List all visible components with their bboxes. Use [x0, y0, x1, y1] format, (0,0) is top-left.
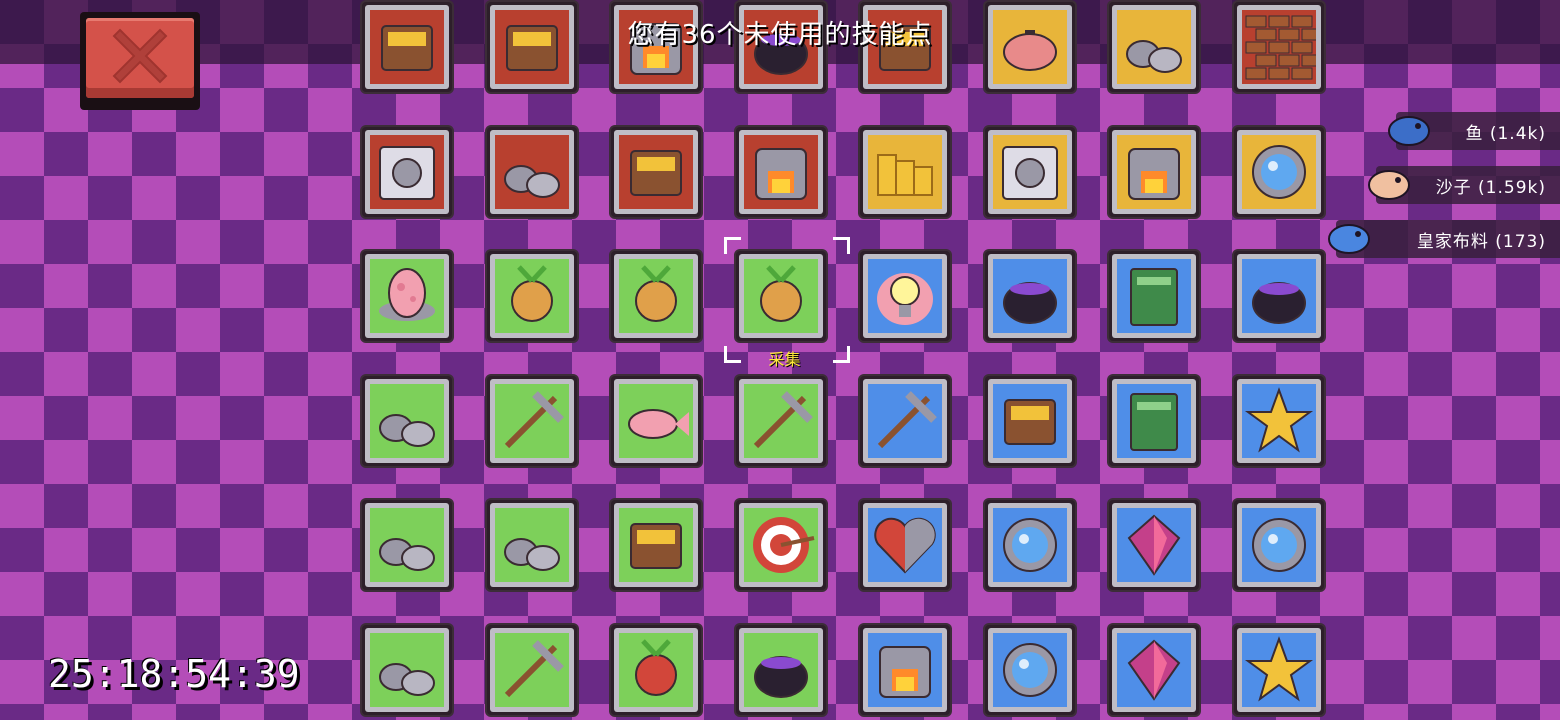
lens-icon: [1241, 134, 1316, 209]
skill-tile-ghost-slime[interactable]: [984, 375, 1075, 466]
skill-tile-ore-rocks[interactable]: [362, 375, 452, 466]
kiln-icon: [743, 134, 818, 209]
bow-icon: [743, 383, 818, 458]
fish-icon: [1384, 106, 1434, 160]
skill-tile-stone-hammer[interactable]: [486, 126, 577, 217]
target-icon: [743, 508, 818, 582]
skill-tile-seed-bag[interactable]: [611, 251, 701, 341]
skill-tile-stars[interactable]: [1233, 624, 1324, 715]
gem-icon: [1117, 508, 1191, 582]
claw-icon: [370, 134, 444, 209]
stars-icon: [1241, 632, 1316, 707]
skill-tile-claw[interactable]: [362, 126, 452, 217]
skill-tile-lightbulb[interactable]: [860, 251, 950, 341]
oven-icon: [1117, 134, 1191, 209]
skill-tile-sword-shield[interactable]: [860, 375, 950, 466]
skill-grid: 采集: [362, 0, 1324, 720]
lightbulb-icon: [868, 259, 942, 333]
scroll-icon: [1117, 259, 1191, 333]
time-portal-icon: [1241, 508, 1316, 582]
skill-tile-bucket[interactable]: [735, 624, 826, 715]
mine-entrance-icon: [370, 632, 444, 707]
skill-tile-potion-cauldron[interactable]: [984, 251, 1075, 341]
pickaxe-icon: [494, 383, 569, 458]
skill-tile-spellbook[interactable]: [1109, 375, 1199, 466]
ghost-slime-icon: [992, 383, 1067, 458]
skill-tile-coin-stacks[interactable]: [860, 126, 950, 217]
harvest-tools-icon: [494, 632, 569, 707]
skill-tile-cooking-pan[interactable]: [611, 500, 701, 590]
skill-tile-oven[interactable]: [1109, 126, 1199, 217]
resource-amount: 皇家布料 (173): [1416, 231, 1546, 252]
elixir-icon: [1241, 259, 1316, 333]
stone-hammer-icon: [494, 134, 569, 209]
skill-tile-tomato[interactable]: [611, 624, 701, 715]
dig-site-icon: [494, 508, 569, 582]
magic-orb-icon: [992, 632, 1067, 707]
sword-shield-icon: [868, 383, 942, 458]
play-timer: 25:18:54:39: [48, 652, 300, 696]
skill-tile-kiln[interactable]: [735, 126, 826, 217]
spellbook-icon: [1117, 383, 1191, 458]
selected-skill-label: 采集: [768, 350, 801, 369]
skill-tile-vault[interactable]: [984, 126, 1075, 217]
skill-tile-lens[interactable]: [1233, 126, 1324, 217]
heart-stone-icon: [868, 508, 942, 582]
egg-icon: [370, 259, 444, 333]
coin-stacks-icon: [868, 134, 942, 209]
skill-tile-star-hands[interactable]: [1233, 375, 1324, 466]
crystal-cave-icon: [370, 508, 444, 582]
skill-tile-crystal-cave[interactable]: [362, 500, 452, 590]
campfire-icon: [868, 632, 942, 707]
skill-tile-gem[interactable]: [1109, 500, 1199, 590]
skill-tile-campfire[interactable]: [860, 624, 950, 715]
bucket-icon: [743, 632, 818, 707]
vault-icon: [992, 134, 1067, 209]
skill-tile-fish-catch[interactable]: [611, 375, 701, 466]
ore-rocks-icon: [370, 383, 444, 458]
saw-plank-icon: [619, 134, 693, 209]
sand-icon: [1364, 160, 1414, 214]
skill-tile-dig-site[interactable]: [486, 500, 577, 590]
skill-tile-harvest-tools[interactable]: [486, 624, 577, 715]
resource-amount: 沙子 (1.59k): [1435, 177, 1546, 198]
skill-tile-time-portal[interactable]: [1233, 500, 1324, 590]
skill-tile-target[interactable]: [735, 500, 826, 590]
star-hands-icon: [1241, 383, 1316, 458]
skill-tile-barn[interactable]: [486, 251, 577, 341]
skill-tile-saw-plank[interactable]: [611, 126, 701, 217]
selection-cursor: [723, 237, 850, 363]
skill-tile-egg[interactable]: [362, 251, 452, 341]
resource-amount: 鱼 (1.4k): [1465, 123, 1546, 144]
skill-tile-crystal-pedestal[interactable]: [1109, 624, 1199, 715]
skill-tile-mine-entrance[interactable]: [362, 624, 452, 715]
skill-tile-portal[interactable]: [984, 500, 1075, 590]
skill-tile-magic-orb[interactable]: [984, 624, 1075, 715]
skill-tile-elixir[interactable]: [1233, 251, 1324, 341]
potion-cauldron-icon: [992, 259, 1067, 333]
crystal-pedestal-icon: [1117, 632, 1191, 707]
fish-catch-icon: [619, 383, 693, 458]
portal-icon: [992, 508, 1067, 582]
seed-bag-icon: [619, 259, 693, 333]
skill-points-banner: 您有36个未使用的技能点: [627, 20, 933, 50]
barn-icon: [494, 259, 569, 333]
skill-tile-pickaxe[interactable]: [486, 375, 577, 466]
cooking-pan-icon: [619, 508, 693, 582]
royal-cloth-icon: [1324, 214, 1374, 268]
tomato-icon: [619, 632, 693, 707]
skill-tile-bow[interactable]: [735, 375, 826, 466]
skill-tile-heart-stone[interactable]: [860, 500, 950, 590]
skill-tile-scroll[interactable]: [1109, 251, 1199, 341]
